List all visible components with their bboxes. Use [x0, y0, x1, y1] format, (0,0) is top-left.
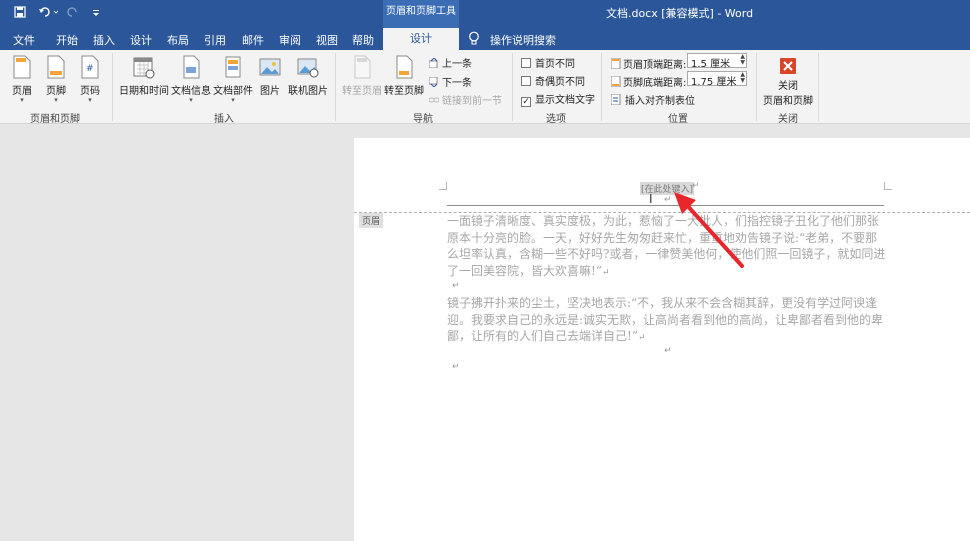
footer-icon	[47, 55, 65, 79]
tab-help[interactable]: 帮助	[352, 32, 374, 48]
margin-corner-mark	[884, 182, 892, 190]
group-label-options: 选项	[546, 114, 566, 125]
tab-file[interactable]: 文件	[13, 32, 35, 48]
footer-button[interactable]: 页脚 ▾	[44, 55, 68, 104]
picture-icon	[259, 58, 281, 76]
undo-icon[interactable]	[38, 6, 60, 21]
group-separator	[756, 53, 757, 121]
footer-from-bottom-label: 页脚底端距离:	[610, 74, 686, 89]
spinner-arrows[interactable]: ▲ ▼	[740, 54, 745, 66]
calendar-icon	[133, 57, 155, 79]
page-number-icon: #	[81, 55, 99, 79]
body-paragraph-2: 镜子拂开扑来的尘土，坚决地表示:“不，我从来不会含糊其辞，更没有学过阿谀逢迎。我…	[447, 296, 884, 343]
redo-icon[interactable]	[67, 6, 79, 21]
tab-view[interactable]: 视图	[316, 32, 338, 48]
alignment-tab-icon	[610, 93, 621, 106]
tell-me-search[interactable]: 操作说明搜索	[490, 32, 556, 48]
tab-references[interactable]: 引用	[204, 32, 226, 48]
group-label-header-footer: 页眉和页脚	[30, 114, 80, 125]
text-cursor-ibeam: I	[649, 192, 653, 206]
different-odd-even-checkbox[interactable]: 奇偶页不同	[521, 73, 585, 88]
group-separator	[601, 53, 602, 121]
show-document-text-checkbox[interactable]: ✓ 显示文档文字	[521, 91, 595, 107]
tab-insert[interactable]: 插入	[93, 32, 115, 48]
go-to-footer-button[interactable]: 转至页脚	[384, 55, 424, 97]
go-to-header-icon	[354, 55, 371, 79]
group-separator	[512, 53, 513, 121]
header-from-top-label: 页眉顶端距离:	[610, 56, 686, 71]
ribbon: 页眉 ▾ 页脚 ▾ # 页码 ▾ 页眉和页脚 日期和时间 文档信息 ▾ 文档部件…	[0, 50, 970, 125]
close-header-footer-button[interactable]: 关闭 页眉和页脚	[762, 58, 814, 107]
document-info-icon	[183, 55, 200, 79]
different-first-page-checkbox[interactable]: 首页不同	[521, 55, 575, 70]
checkbox-box[interactable]	[521, 76, 531, 86]
save-icon[interactable]	[14, 6, 26, 21]
go-to-footer-icon	[396, 55, 413, 79]
customize-toolbar-icon[interactable]	[92, 6, 100, 21]
pictures-button[interactable]: 图片	[257, 55, 283, 97]
next-icon	[428, 76, 438, 88]
group-label-position: 位置	[668, 114, 688, 125]
group-separator	[335, 53, 336, 121]
link-to-previous-button[interactable]: 链接到前一节	[428, 92, 502, 107]
annotation-arrow-icon	[674, 192, 744, 268]
date-time-button[interactable]: 日期和时间	[119, 55, 169, 97]
header-icon	[13, 55, 31, 79]
document-info-button[interactable]: 文档信息 ▾	[171, 55, 211, 104]
previous-button[interactable]: 上一条	[428, 55, 472, 70]
quick-parts-icon	[225, 56, 241, 78]
header-position-icon	[610, 57, 621, 70]
title-bar: 页眉和页脚工具 文档.docx [兼容模式] - Word	[0, 0, 970, 28]
previous-icon	[428, 57, 438, 69]
checkbox-box-checked[interactable]: ✓	[521, 97, 531, 107]
footer-position-icon	[610, 75, 621, 88]
group-separator	[112, 53, 113, 121]
ribbon-tabs: 文件 开始 插入 设计 布局 引用 邮件 审阅 视图 帮助 设计 操作说明搜索	[0, 28, 970, 50]
paragraph-mark: ↵	[452, 281, 460, 291]
tab-layout[interactable]: 布局	[167, 32, 189, 48]
paragraph-mark: ↵	[664, 346, 672, 356]
svg-text:#: #	[86, 64, 94, 74]
header-label-tag: 页眉	[359, 213, 384, 228]
insert-alignment-tab-button[interactable]: 插入对齐制表位	[610, 92, 695, 107]
tab-review[interactable]: 审阅	[279, 32, 301, 48]
footer-from-bottom-input[interactable]: 1.75 厘米 ▲ ▼	[687, 71, 747, 88]
margin-corner-mark	[439, 182, 447, 190]
tab-mailings[interactable]: 邮件	[242, 32, 264, 48]
paragraph-mark: ↵	[452, 362, 460, 372]
tab-design[interactable]: 设计	[130, 32, 152, 48]
link-icon	[428, 97, 440, 103]
header-from-top-input[interactable]: 1.5 厘米 ▲ ▼	[687, 53, 747, 70]
checkbox-box[interactable]	[521, 58, 531, 68]
lightbulb-icon	[468, 31, 482, 47]
go-to-header-button[interactable]: 转至页眉	[342, 55, 382, 97]
group-label-navigation: 导航	[413, 114, 433, 125]
tab-header-footer-design[interactable]: 设计	[383, 28, 459, 50]
tab-home[interactable]: 开始	[56, 32, 78, 48]
group-label-close: 关闭	[778, 114, 798, 125]
header-border-line	[447, 205, 884, 206]
online-picture-icon	[297, 58, 319, 78]
quick-parts-button[interactable]: 文档部件 ▾	[213, 55, 253, 104]
spinner-arrows[interactable]: ▲ ▼	[740, 72, 745, 84]
next-button[interactable]: 下一条	[428, 74, 472, 89]
window-title: 文档.docx [兼容模式] - Word	[606, 7, 754, 20]
group-label-insert: 插入	[214, 114, 234, 125]
group-separator	[818, 53, 819, 121]
page-number-button[interactable]: # 页码 ▾	[78, 55, 102, 104]
header-button[interactable]: 页眉 ▾	[10, 55, 34, 104]
body-paragraph-1: 一面镜子清晰度、真实度极，为此，惹恼了一大批人，们指控镜子丑化了他们那张原本十分…	[447, 214, 886, 278]
close-icon	[780, 58, 796, 74]
contextual-tab-title: 页眉和页脚工具	[383, 0, 459, 28]
online-pictures-button[interactable]: 联机图片	[287, 55, 329, 97]
